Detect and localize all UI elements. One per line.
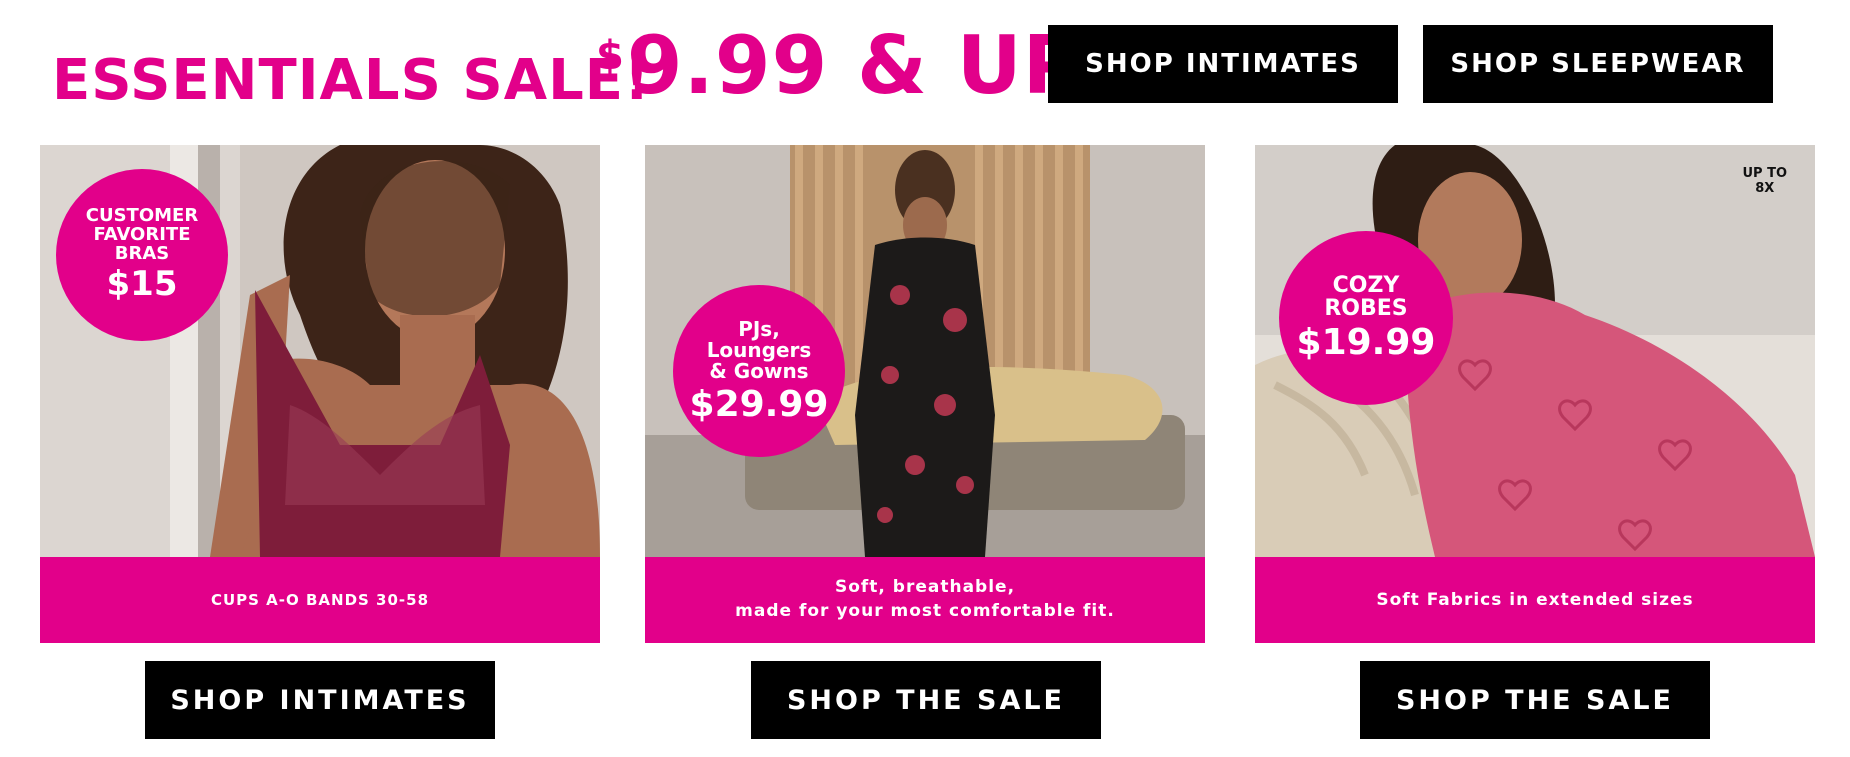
band-line: Soft, breathable, [834,577,1016,598]
pjs-badge: PJs, Loungers & Gowns $29.99 [673,285,845,457]
price-text: 9.99 & UP [626,19,1083,112]
sale-title: ESSENTIALS SALE! [52,48,651,113]
robes-band-text: Soft Fabrics in extended sizes [1255,557,1815,643]
price-symbol: $ [596,33,625,79]
badge-line: ROBES [1324,296,1408,322]
badge-line: PJs, [738,316,780,341]
card-pjs[interactable]: PJs, Loungers & Gowns $29.99 Soft, breat… [645,145,1205,643]
card-bras[interactable]: CUSTOMER FAVORITE BRAS $15 CUPS A-O BAND… [40,145,600,643]
shop-intimates-button-top[interactable]: SHOP INTIMATES [1048,25,1398,103]
bras-band-text: CUPS A-O BANDS 30-58 [40,557,600,643]
band-line: made for your most comfortable fit. [735,601,1115,621]
card-robes[interactable]: UP TO 8X COZY ROBES $19.99 Soft Fabrics … [1255,145,1815,643]
badge-line: COZY [1332,273,1400,298]
badge-price: $29.99 [689,383,829,425]
shop-the-sale-button-robes[interactable]: SHOP THE SALE [1360,661,1710,739]
shop-intimates-button[interactable]: SHOP INTIMATES [145,661,495,739]
size-note: UP TO 8X [1742,166,1787,197]
shop-the-sale-button-pjs[interactable]: SHOP THE SALE [751,661,1101,739]
badge-line: BRAS [114,242,170,264]
pjs-band-text: Soft, breathable, made for your most com… [645,557,1205,643]
size-note-line: 8X [1755,180,1775,196]
sale-price: $9.99 & UP [596,26,1082,106]
badge-line: Loungers [706,337,812,362]
badge-line: & Gowns [709,358,809,383]
shop-sleepwear-button[interactable]: SHOP SLEEPWEAR [1423,25,1773,103]
badge-line: CUSTOMER [85,204,199,226]
badge-price: $15 [106,264,178,305]
bras-badge: CUSTOMER FAVORITE BRAS $15 [56,169,228,341]
size-note-line: UP TO [1742,166,1787,181]
badge-line: FAVORITE [93,223,191,245]
robes-badge: COZY ROBES $19.99 [1279,231,1453,405]
badge-price: $19.99 [1296,322,1436,364]
